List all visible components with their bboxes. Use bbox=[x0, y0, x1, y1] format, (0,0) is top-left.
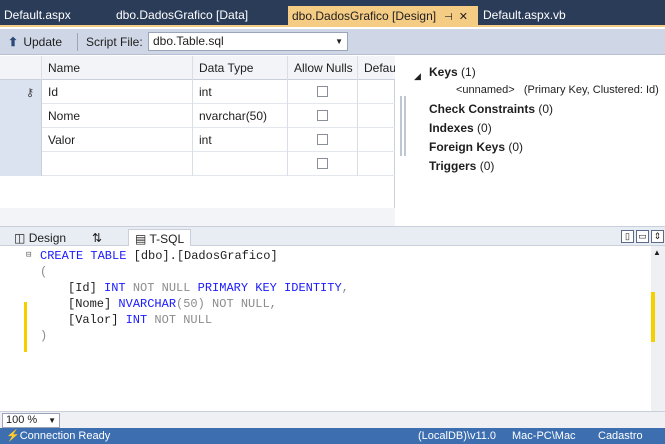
cell-datatype[interactable]: int bbox=[193, 128, 288, 152]
cell-name[interactable] bbox=[42, 152, 193, 176]
swap-panes-button[interactable]: ⇅ bbox=[86, 229, 108, 247]
cell-allownulls bbox=[288, 128, 358, 152]
status-bar: ⚡ Connection Ready (LocalDB)\v11.0 Mac-P… bbox=[0, 428, 665, 444]
editor-bottom-bar: 100 % ▼ bbox=[0, 411, 665, 428]
table-row[interactable] bbox=[0, 152, 395, 176]
tab-tsql[interactable]: ▤ T-SQL bbox=[128, 229, 192, 247]
allow-nulls-checkbox[interactable] bbox=[317, 134, 328, 145]
row-header[interactable]: ⚷ bbox=[0, 80, 42, 104]
code-line-2: ( bbox=[40, 265, 48, 279]
code-line-3: [Id] INT NOT NULL PRIMARY KEY IDENTITY, bbox=[68, 281, 349, 295]
close-icon[interactable]: ✕ bbox=[459, 7, 468, 27]
cell-allownulls bbox=[288, 80, 358, 104]
script-icon: ▤ bbox=[135, 232, 147, 246]
zoom-select[interactable]: 100 % ▼ bbox=[2, 413, 60, 428]
tab-default-aspx[interactable]: Default.aspx bbox=[0, 5, 100, 25]
cell-allownulls bbox=[288, 152, 358, 176]
col-header-default[interactable]: Default bbox=[358, 56, 395, 80]
grid-horizontal-scrollbar[interactable] bbox=[0, 208, 395, 226]
expand-triangle-icon[interactable]: ◢ bbox=[414, 67, 421, 85]
tab-dadosgrafico-design[interactable]: dbo.DadosGrafico [Design] ⊣ ✕ bbox=[288, 6, 478, 27]
design-icon: ◫ bbox=[14, 231, 26, 245]
table-properties-pane: ◢ Keys (1) <unnamed> (Primary Key, Cluste… bbox=[396, 56, 665, 226]
tab-design[interactable]: ◫ Design bbox=[8, 229, 72, 247]
pin-icon[interactable]: ⊣ bbox=[444, 8, 453, 27]
check-constraints-node[interactable]: Check Constraints (0) bbox=[429, 100, 553, 118]
pane-splitter-grip[interactable] bbox=[400, 96, 406, 156]
triggers-node[interactable]: Triggers (0) bbox=[429, 157, 494, 175]
collapse-pane-icon[interactable]: ⇕ bbox=[651, 230, 664, 243]
script-file-label: Script File: bbox=[86, 35, 143, 49]
cell-default[interactable] bbox=[358, 128, 395, 152]
update-button[interactable]: ⬆ Update bbox=[8, 33, 62, 51]
col-header-datatype[interactable]: Data Type bbox=[193, 56, 288, 80]
header-corner bbox=[0, 56, 42, 80]
pane-tabs: ◫ Design ⇅ ▤ T-SQL ▯ ▭ ⇕ bbox=[0, 226, 665, 247]
cell-datatype[interactable] bbox=[193, 152, 288, 176]
code-line-1: CREATE TABLE [dbo].[DadosGrafico] bbox=[40, 249, 278, 263]
update-icon: ⬆ bbox=[8, 35, 19, 49]
cell-name[interactable]: Id bbox=[42, 80, 193, 104]
row-header[interactable] bbox=[0, 128, 42, 152]
grid-header: Name Data Type Allow Nulls Default bbox=[0, 56, 395, 80]
tab-dadosgrafico-data[interactable]: dbo.DadosGrafico [Data] bbox=[112, 5, 277, 25]
primary-key-icon: ⚷ bbox=[26, 87, 35, 99]
change-marker bbox=[24, 302, 27, 352]
row-header[interactable] bbox=[0, 104, 42, 128]
connection-status: ⚡ Connection Ready bbox=[6, 430, 111, 442]
cell-default[interactable] bbox=[358, 104, 395, 128]
code-line-4: [Nome] NVARCHAR(50) NOT NULL, bbox=[68, 297, 277, 311]
column-grid: Name Data Type Allow Nulls Default ⚷ Id … bbox=[0, 56, 395, 226]
scroll-up-icon[interactable]: ▲ bbox=[653, 248, 661, 257]
col-header-allownulls[interactable]: Allow Nulls bbox=[288, 56, 358, 80]
cell-default[interactable] bbox=[358, 152, 395, 176]
cell-datatype[interactable]: nvarchar(50) bbox=[193, 104, 288, 128]
allow-nulls-checkbox[interactable] bbox=[317, 158, 328, 169]
code-line-6: ) bbox=[40, 329, 48, 343]
cell-name[interactable]: Valor bbox=[42, 128, 193, 152]
script-file-select[interactable]: dbo.Table.sql ▼ bbox=[148, 32, 348, 51]
col-header-name[interactable]: Name bbox=[42, 56, 193, 80]
keys-node[interactable]: ◢ Keys (1) bbox=[414, 63, 476, 81]
vertical-split-icon[interactable]: ▯ bbox=[621, 230, 634, 243]
database-name: Cadastro bbox=[598, 430, 643, 442]
tab-default-aspx-vb[interactable]: Default.aspx.vb bbox=[479, 5, 599, 25]
table-row[interactable]: Valor int bbox=[0, 128, 395, 152]
chevron-down-icon: ▼ bbox=[335, 37, 343, 46]
indexes-node[interactable]: Indexes (0) bbox=[429, 119, 492, 137]
document-tabstrip: Default.aspx dbo.DadosGrafico [Data] dbo… bbox=[0, 0, 665, 27]
cell-default[interactable] bbox=[358, 80, 395, 104]
table-row[interactable]: ⚷ Id int bbox=[0, 80, 395, 104]
chevron-down-icon: ▼ bbox=[48, 416, 56, 425]
table-row[interactable]: Nome nvarchar(50) bbox=[0, 104, 395, 128]
allow-nulls-checkbox[interactable] bbox=[317, 110, 328, 121]
user-name: Mac-PC\Mac bbox=[512, 430, 576, 442]
primary-key-item[interactable]: <unnamed> (Primary Key, Clustered: Id) bbox=[456, 81, 659, 99]
collapse-icon[interactable]: ⊟ bbox=[26, 250, 31, 260]
tsql-editor[interactable]: ⊟ CREATE TABLE [dbo].[DadosGrafico] ( [I… bbox=[0, 246, 650, 411]
designer-toolbar: ⬆ Update Script File: dbo.Table.sql ▼ bbox=[0, 29, 665, 55]
horizontal-split-icon[interactable]: ▭ bbox=[636, 230, 649, 243]
cell-datatype[interactable]: int bbox=[193, 80, 288, 104]
row-header[interactable] bbox=[0, 152, 42, 176]
scrollbar-change-marker bbox=[651, 292, 655, 342]
toolbar-separator bbox=[77, 33, 78, 51]
allow-nulls-checkbox[interactable] bbox=[317, 86, 328, 97]
code-line-5: [Valor] INT NOT NULL bbox=[68, 313, 213, 327]
cell-allownulls bbox=[288, 104, 358, 128]
server-name: (LocalDB)\v11.0 bbox=[418, 430, 497, 442]
cell-name[interactable]: Nome bbox=[42, 104, 193, 128]
foreign-keys-node[interactable]: Foreign Keys (0) bbox=[429, 138, 523, 156]
